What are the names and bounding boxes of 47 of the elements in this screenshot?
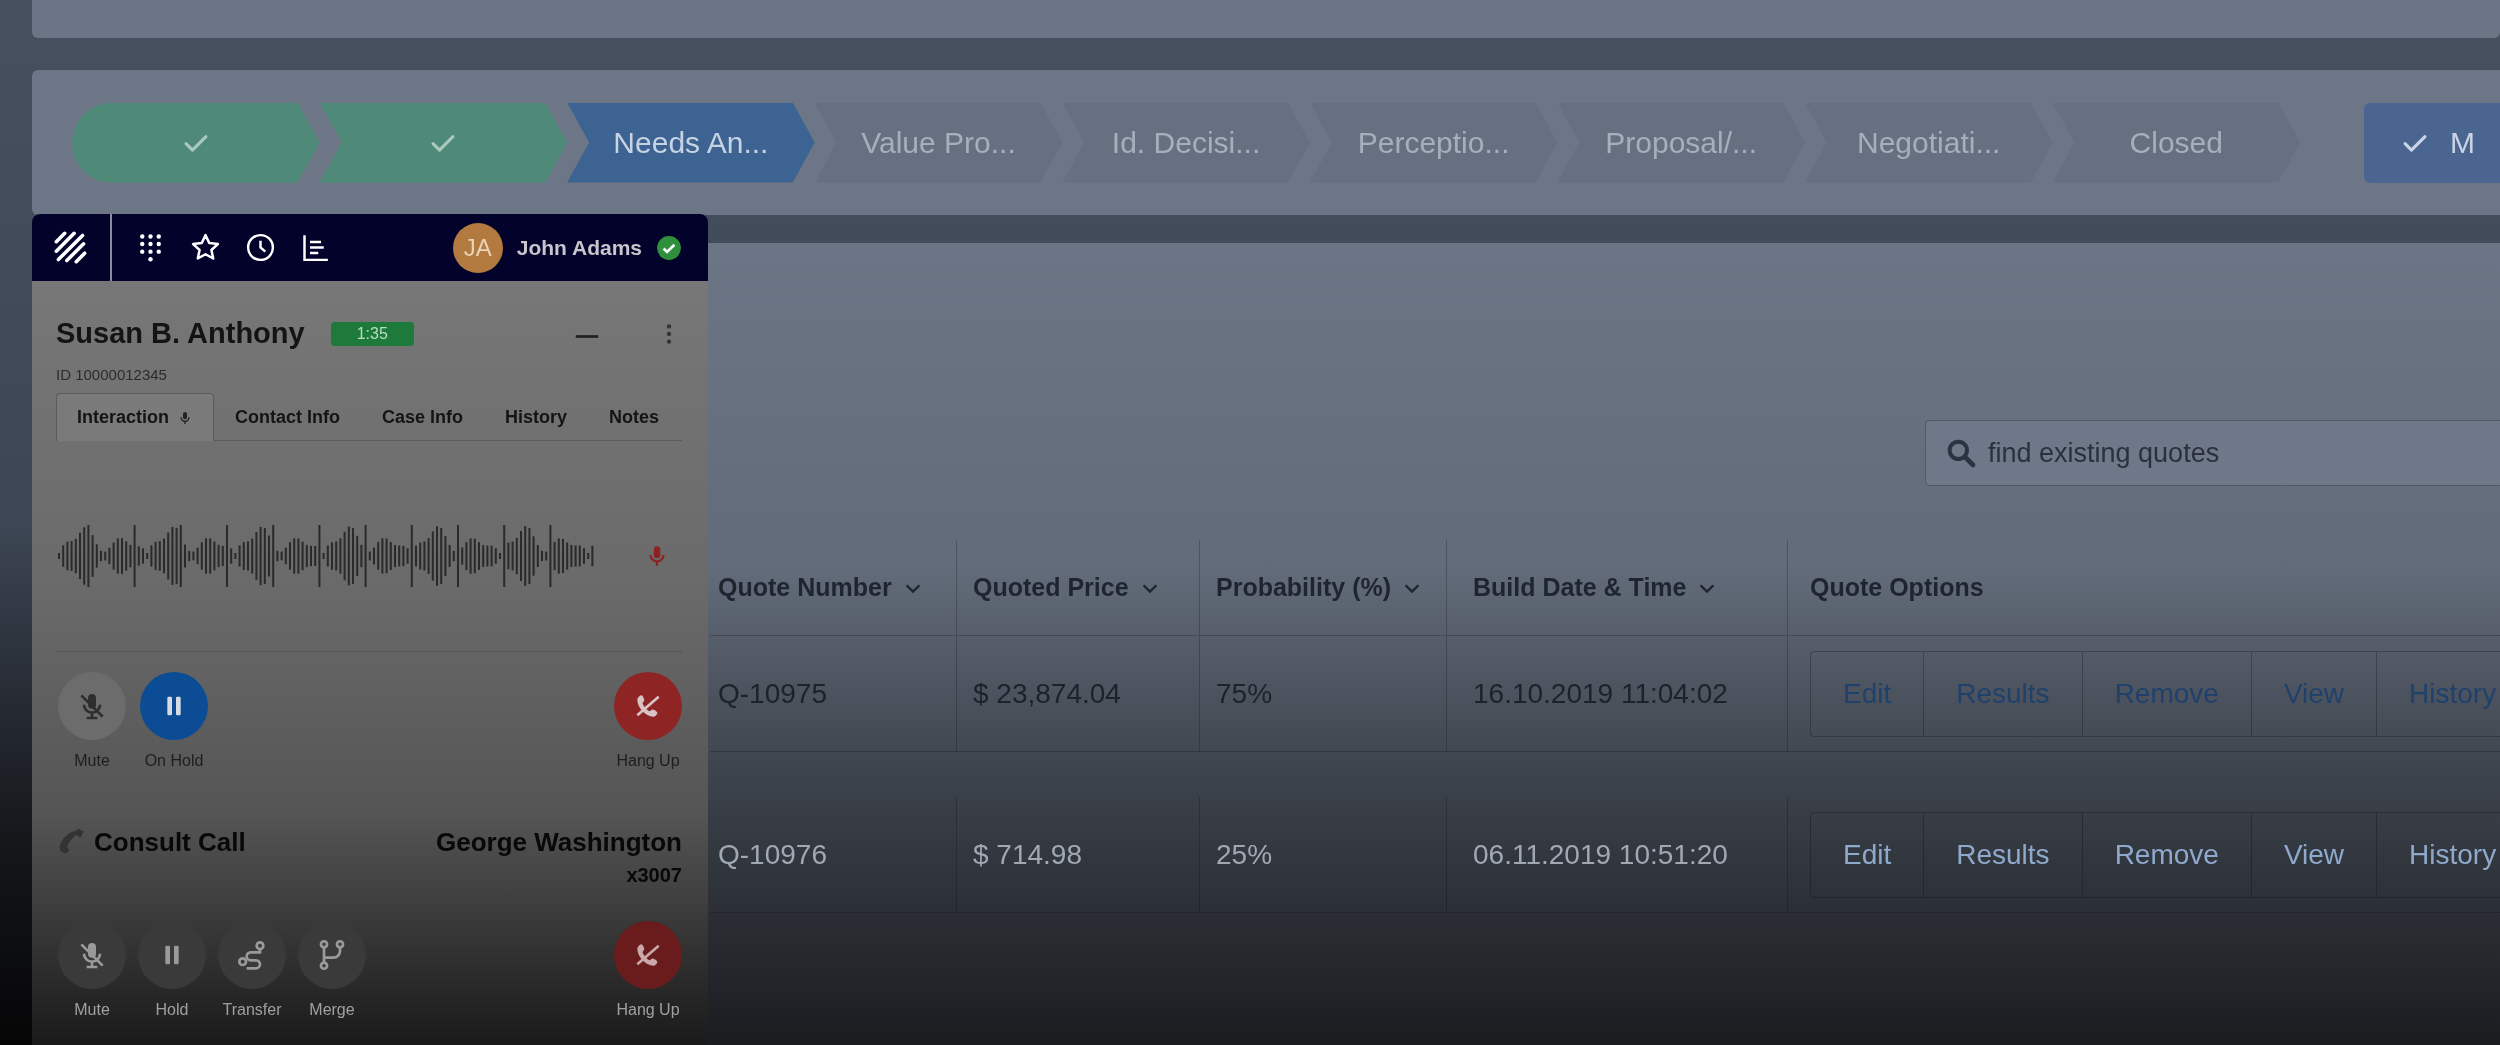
column-header[interactable]: Quoted Price [957, 540, 1200, 635]
button-label: Hang Up [616, 1001, 680, 1019]
column-header[interactable]: Probability (%) [1200, 540, 1447, 635]
path-step[interactable]: Needs An... [567, 102, 815, 183]
action-button[interactable]: Edit [1811, 812, 1925, 897]
button-label: Merge [309, 1001, 355, 1019]
action-button[interactable]: Results [1924, 812, 2083, 897]
action-button[interactable]: Remove [2082, 812, 2252, 897]
button-label: Transfer [222, 1001, 282, 1019]
path-step[interactable]: Negotiati... [1804, 102, 2053, 183]
path-step[interactable]: Perceptio... [1309, 102, 1558, 183]
path-step[interactable]: Closed [2052, 102, 2301, 183]
button-label: Mute [74, 752, 110, 770]
caller-id: ID 10000012345 [56, 366, 168, 383]
call-timer: 1:35 [330, 321, 414, 346]
path-step[interactable]: Proposal/... [1557, 102, 1805, 183]
path-step[interactable]: Value Pro... [814, 102, 1063, 183]
button-label: Mute [74, 1001, 110, 1019]
caller-name: Susan B. Anthony [56, 317, 305, 350]
tab[interactable]: Case Info [361, 393, 485, 441]
search-field[interactable]: find existing quotes [1925, 420, 2500, 486]
action-button[interactable]: History [2377, 812, 2500, 897]
tab[interactable]: Interaction [56, 393, 214, 441]
search-icon [1945, 437, 1977, 469]
path-step[interactable]: Id. Decisi... [1062, 102, 1310, 183]
mark-stage-button[interactable]: M [2364, 102, 2500, 183]
contact-name: George Washington [435, 827, 682, 858]
tab[interactable]: History [484, 393, 589, 441]
action-button[interactable]: View [2251, 812, 2378, 897]
table-cell: 25% [1200, 797, 1447, 912]
button-label: On Hold [144, 752, 204, 770]
user-avatar[interactable]: JA [452, 222, 503, 273]
route-icon [236, 939, 268, 971]
column-header[interactable]: Quote Number [710, 540, 957, 635]
button-label: Hold [155, 1001, 189, 1019]
tab[interactable]: Notes [588, 393, 681, 441]
button-label: Hang Up [616, 752, 680, 770]
table-cell: 06.11.2019 10:51:20 [1447, 797, 1788, 912]
table-cell: Q-10976 [710, 797, 957, 912]
consult-title: Consult Call [94, 826, 246, 858]
table-cell: $ 714.98 [957, 797, 1200, 912]
tab[interactable]: Contact Info [214, 393, 361, 441]
contact-extension: x3007 [626, 864, 682, 887]
user-name: John Adams [516, 235, 642, 260]
column-header: Quote Options [1788, 540, 2500, 635]
clock-icon[interactable] [244, 231, 277, 264]
column-header[interactable]: Build Date & Time [1447, 540, 1788, 635]
